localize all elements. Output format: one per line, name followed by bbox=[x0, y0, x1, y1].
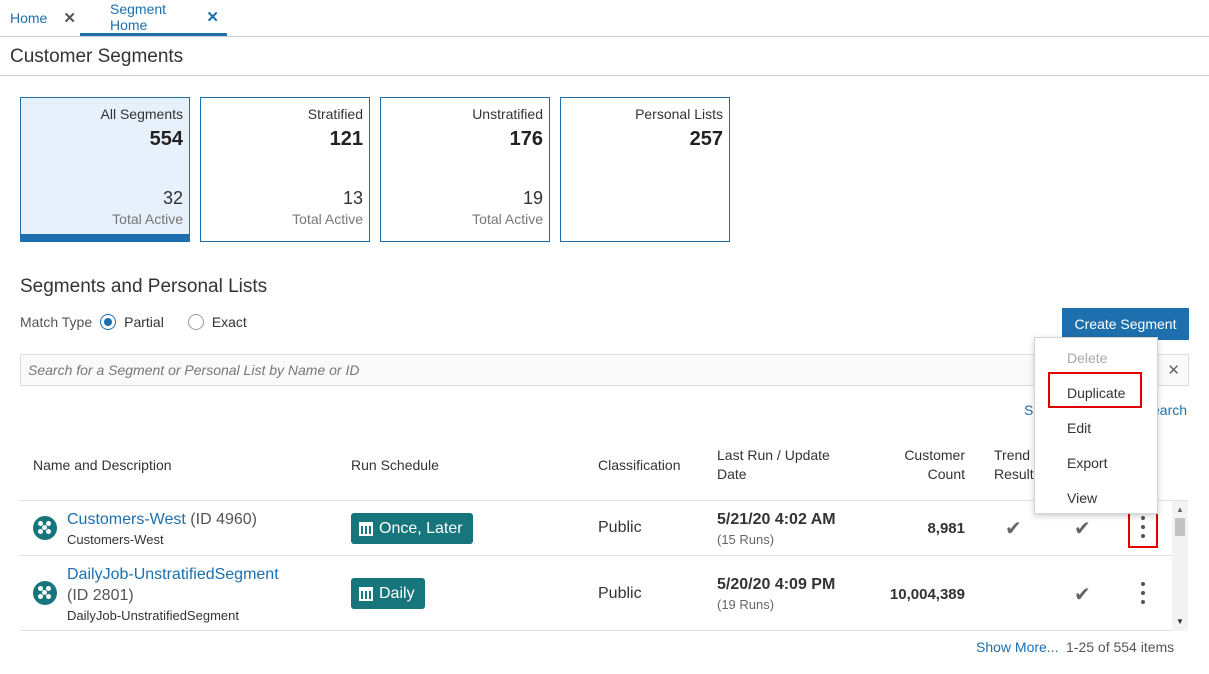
card-label: Personal Lists bbox=[635, 106, 723, 122]
menu-item-export[interactable]: Export bbox=[1067, 455, 1107, 471]
column-header-schedule[interactable]: Run Schedule bbox=[351, 456, 439, 475]
radio-exact[interactable] bbox=[187, 314, 204, 330]
table-row-name[interactable]: Customers-West (ID 4960) bbox=[67, 511, 257, 529]
scrollbar[interactable]: ▲ ▼ bbox=[1172, 501, 1188, 631]
tab-label: Home bbox=[10, 10, 48, 26]
column-header-classification[interactable]: Classification bbox=[598, 456, 680, 475]
card-active-label: Total Active bbox=[472, 211, 543, 227]
tab-segment-home[interactable]: Segment Home ✕ bbox=[80, 0, 227, 36]
radio-label-partial[interactable]: Partial bbox=[124, 314, 164, 330]
header-line: Count bbox=[927, 466, 965, 482]
tab-bar: Home ✕ Segment Home ✕ bbox=[0, 0, 1209, 37]
classification: Public bbox=[598, 519, 642, 536]
radio-label-exact[interactable]: Exact bbox=[212, 314, 247, 330]
page-title: Customer Segments bbox=[10, 46, 184, 67]
menu-item-delete: Delete bbox=[1067, 350, 1108, 366]
more-actions-icon[interactable] bbox=[1133, 579, 1153, 607]
show-more-link[interactable]: Show More... bbox=[976, 639, 1058, 655]
column-header-trend[interactable]: Trend Results bbox=[994, 446, 1034, 484]
segment-id: (ID 4960) bbox=[190, 511, 257, 528]
close-icon[interactable]: ✕ bbox=[206, 8, 219, 26]
scroll-up-icon[interactable]: ▲ bbox=[1176, 505, 1184, 514]
segment-description: DailyJob-UnstratifiedSegment bbox=[67, 608, 239, 623]
run-count: (19 Runs) bbox=[717, 597, 775, 612]
close-icon[interactable]: ✕ bbox=[63, 9, 76, 27]
card-active-count: 19 bbox=[522, 188, 543, 208]
segment-description: Customers-West bbox=[67, 532, 164, 547]
schedule-label: Daily bbox=[379, 584, 415, 602]
card-total: 257 bbox=[689, 128, 723, 150]
card-active-count: 32 bbox=[162, 188, 183, 208]
search-box: ✕ bbox=[20, 354, 1189, 386]
last-run-date: 5/21/20 4:02 AM bbox=[717, 511, 836, 528]
card-personal-lists[interactable]: Personal Lists 257 bbox=[560, 97, 730, 242]
divider bbox=[0, 75, 1209, 76]
card-total: 121 bbox=[329, 128, 363, 150]
check-icon: ✔ bbox=[1074, 584, 1091, 606]
card-all-segments[interactable]: All Segments 554 32 Total Active bbox=[20, 97, 190, 242]
schedule-label: Once, Later bbox=[379, 519, 463, 537]
scroll-down-icon[interactable]: ▼ bbox=[1176, 617, 1184, 626]
segment-icon bbox=[33, 581, 57, 605]
card-label: All Segments bbox=[100, 106, 183, 122]
match-type-label: Match Type bbox=[20, 314, 93, 330]
column-header-last-run[interactable]: Last Run / Update Date bbox=[717, 446, 830, 484]
card-label: Unstratified bbox=[472, 106, 543, 122]
customer-count: 10,004,389 bbox=[889, 586, 965, 603]
segment-name-link[interactable]: DailyJob-UnstratifiedSegment bbox=[67, 566, 279, 584]
header-line: Date bbox=[717, 466, 747, 482]
run-count: (15 Runs) bbox=[717, 532, 775, 547]
card-active-count: 13 bbox=[342, 188, 363, 208]
calendar-icon bbox=[359, 521, 373, 536]
card-active-label: Total Active bbox=[292, 211, 363, 227]
tab-label: Segment Home bbox=[110, 0, 167, 33]
card-total: 176 bbox=[509, 128, 543, 150]
clear-icon[interactable]: ✕ bbox=[1167, 361, 1180, 379]
run-schedule-badge[interactable]: Once, Later bbox=[351, 513, 473, 544]
card-unstratified[interactable]: Unstratified 176 19 Total Active bbox=[380, 97, 550, 242]
create-segment-button[interactable]: Create Segment bbox=[1062, 308, 1189, 340]
match-type-group: Match Type Partial Exact bbox=[20, 314, 263, 330]
check-icon: ✔ bbox=[1005, 518, 1022, 540]
divider bbox=[20, 555, 1172, 556]
tab-home[interactable]: Home ✕ bbox=[10, 0, 76, 36]
header-line: Results bbox=[994, 466, 1034, 482]
divider bbox=[20, 630, 1172, 631]
divider bbox=[20, 500, 1188, 501]
card-stratified[interactable]: Stratified 121 13 Total Active bbox=[200, 97, 370, 242]
classification: Public bbox=[598, 585, 642, 602]
scroll-thumb[interactable] bbox=[1175, 518, 1185, 536]
menu-item-edit[interactable]: Edit bbox=[1067, 420, 1091, 436]
segment-id: (ID 2801) bbox=[67, 587, 134, 604]
customer-count: 8,981 bbox=[927, 520, 965, 537]
header-line: Last Run / Update bbox=[717, 447, 830, 463]
run-schedule-badge[interactable]: Daily bbox=[351, 578, 425, 609]
last-run-date: 5/20/20 4:09 PM bbox=[717, 576, 836, 593]
segment-icon bbox=[33, 516, 57, 540]
menu-item-view[interactable]: View bbox=[1067, 490, 1097, 506]
column-header-name[interactable]: Name and Description bbox=[33, 456, 172, 475]
section-title: Segments and Personal Lists bbox=[20, 276, 268, 297]
context-menu: Delete Duplicate Edit Export View bbox=[1034, 337, 1158, 514]
radio-partial[interactable] bbox=[100, 314, 117, 330]
card-total: 554 bbox=[149, 128, 183, 150]
highlight-box bbox=[1048, 372, 1142, 408]
column-header-customer-count[interactable]: Customer Count bbox=[880, 446, 965, 484]
header-line: Trend bbox=[994, 447, 1031, 463]
card-active-label: Total Active bbox=[112, 211, 183, 227]
search-input[interactable] bbox=[21, 355, 1121, 385]
card-label: Stratified bbox=[307, 106, 363, 122]
calendar-icon bbox=[359, 586, 373, 601]
segment-name-link[interactable]: Customers-West bbox=[67, 511, 186, 528]
check-icon: ✔ bbox=[1074, 518, 1091, 540]
items-count: 1-25 of 554 items bbox=[1066, 639, 1175, 655]
header-line: Customer bbox=[904, 447, 965, 463]
